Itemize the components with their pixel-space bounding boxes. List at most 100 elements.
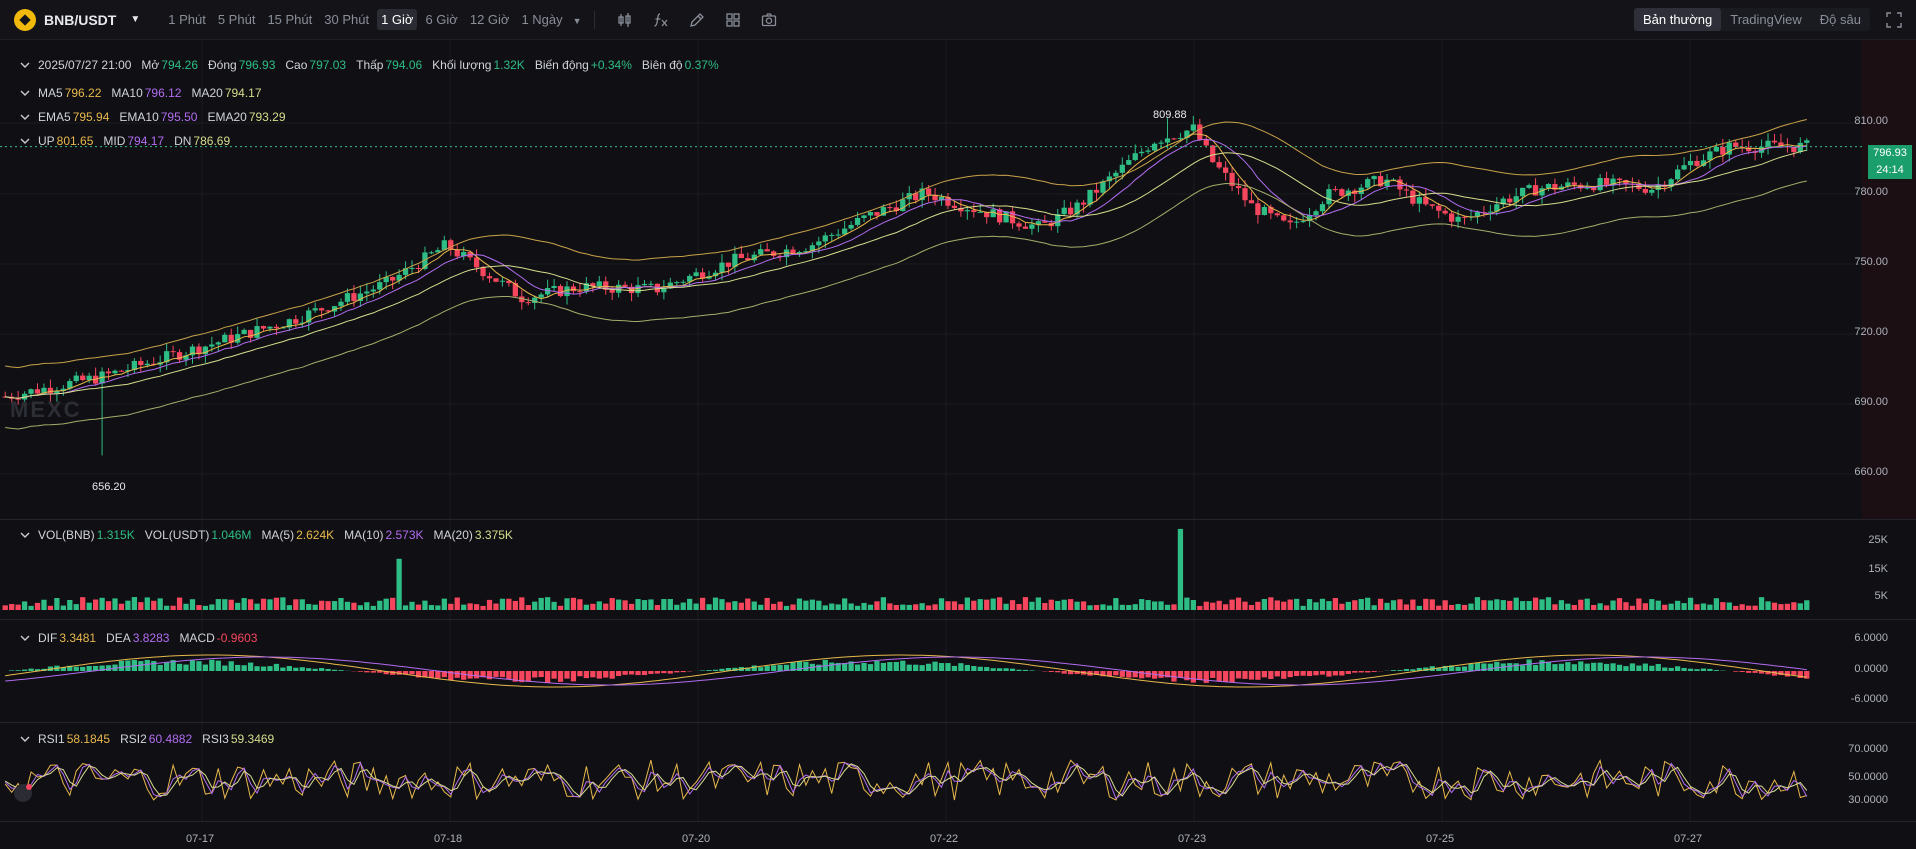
volume-bar [1539, 599, 1545, 610]
macd-bar [712, 669, 719, 671]
volume-bar [99, 597, 105, 610]
macd-bar [1332, 671, 1339, 676]
chevron-down-icon[interactable] [20, 530, 30, 540]
pane-divider [0, 519, 1916, 520]
macd-bar [1358, 671, 1364, 673]
layout-icon[interactable] [723, 10, 743, 30]
volume-bar [1074, 601, 1080, 610]
volume-bar [299, 599, 305, 610]
candle-body [1145, 150, 1151, 152]
interval-tab[interactable]: 30 Phút [320, 9, 373, 30]
candle-body [725, 262, 732, 267]
volume-bar [925, 605, 932, 610]
volume-bar [1068, 599, 1074, 610]
volume-bar [1578, 599, 1584, 610]
candle-body [1197, 124, 1203, 140]
interval-tab[interactable]: 1 Ngày [517, 9, 566, 30]
volume-bar [1487, 600, 1493, 610]
volume-bar [86, 602, 92, 610]
volume-bar [1720, 602, 1726, 610]
volume-bar [325, 601, 331, 610]
indicator-fx-icon[interactable] [651, 10, 671, 30]
price-chart[interactable] [0, 40, 1916, 849]
chevron-down-icon[interactable] [20, 88, 30, 98]
interval-tab[interactable]: 1 Phút [164, 9, 210, 30]
volume-bar [603, 603, 609, 610]
macd-bar [603, 671, 609, 678]
volume-bar [428, 605, 435, 610]
macd-bar [1539, 660, 1545, 671]
macd-bar [312, 668, 318, 671]
macd-bar [319, 668, 325, 671]
volume-bar [1455, 604, 1461, 610]
volume-bar [235, 602, 241, 610]
volume-label: Khối lượng [432, 58, 492, 72]
macd-bar [1029, 670, 1035, 671]
macd-bar [706, 670, 712, 671]
macd-bar [1113, 671, 1119, 676]
interval-more-chevron-icon[interactable]: ▼ [573, 16, 582, 26]
volume-bar [280, 597, 286, 610]
macd-bar [1784, 671, 1791, 677]
macd-bar [1203, 671, 1209, 683]
volume-bar [454, 597, 460, 610]
volume-bar [41, 599, 47, 610]
candle-body [1416, 197, 1422, 204]
volume-bar [1687, 597, 1694, 610]
volume-bar [674, 604, 680, 610]
volume-bar [822, 605, 828, 610]
candle-body [112, 370, 118, 374]
volume-bar [493, 603, 499, 610]
macd-bar [493, 671, 499, 677]
volume-bar [628, 603, 635, 610]
camera-icon[interactable] [759, 10, 779, 30]
alert-button[interactable] [14, 784, 32, 802]
candle-body [1520, 187, 1526, 197]
ohlc-legend: 2025/07/27 21:00 Mở 794.26 Đóng 796.93 Cao… [20, 58, 729, 72]
volume-bar [196, 605, 202, 610]
pencil-icon[interactable] [687, 10, 707, 30]
time-axis-label: 07-17 [186, 833, 215, 845]
candle-body [1526, 185, 1532, 188]
vol-bnb-value: 1.315K [96, 528, 135, 542]
volume-bar [654, 605, 661, 610]
volume-bar [1707, 604, 1713, 610]
view-tab[interactable]: TradingView [1721, 8, 1811, 31]
ema5-label: EMA5 [38, 110, 71, 124]
interval-tab[interactable]: 6 Giờ [421, 9, 461, 30]
chevron-down-icon[interactable] [20, 136, 30, 146]
macd-bar [293, 667, 299, 671]
volume-bar [1345, 601, 1351, 610]
chevron-down-icon[interactable] [20, 734, 30, 744]
price-axis-label: 750.00 [1854, 256, 1888, 268]
volume-bar [1035, 597, 1041, 610]
candles-icon[interactable] [615, 10, 635, 30]
volume-bar [1513, 597, 1519, 610]
chevron-down-icon[interactable] [20, 112, 30, 122]
view-tab[interactable]: Bản thường [1633, 8, 1722, 31]
interval-tab[interactable]: 12 Giờ [466, 9, 514, 30]
volume-bar [1055, 600, 1061, 610]
volume-bar [984, 599, 990, 610]
price-axis-label: 690.00 [1854, 396, 1888, 408]
candle-body [1365, 179, 1371, 188]
fullscreen-icon[interactable] [1886, 12, 1902, 28]
time-axis-label: 07-25 [1426, 833, 1455, 845]
interval-tab[interactable]: 5 Phút [214, 9, 260, 30]
macd-bar [1397, 670, 1403, 671]
macd-bar [86, 666, 92, 671]
volume-bar [706, 604, 712, 610]
candle-body [73, 375, 79, 382]
candle-body [267, 326, 273, 329]
candle-body [377, 282, 383, 290]
interval-tab[interactable]: 15 Phút [263, 9, 316, 30]
macd-bar [1520, 665, 1526, 671]
chevron-down-icon[interactable] [20, 633, 30, 643]
chevron-down-icon[interactable] [20, 60, 30, 70]
view-tab[interactable]: Độ sâu [1811, 8, 1870, 31]
macd-bar [241, 665, 247, 671]
interval-tab[interactable]: 1 Giờ [377, 9, 418, 30]
symbol-selector[interactable]: BNB/USDT ▼ [14, 8, 140, 31]
macd-bar [1223, 671, 1229, 682]
volume-bar [751, 601, 757, 610]
